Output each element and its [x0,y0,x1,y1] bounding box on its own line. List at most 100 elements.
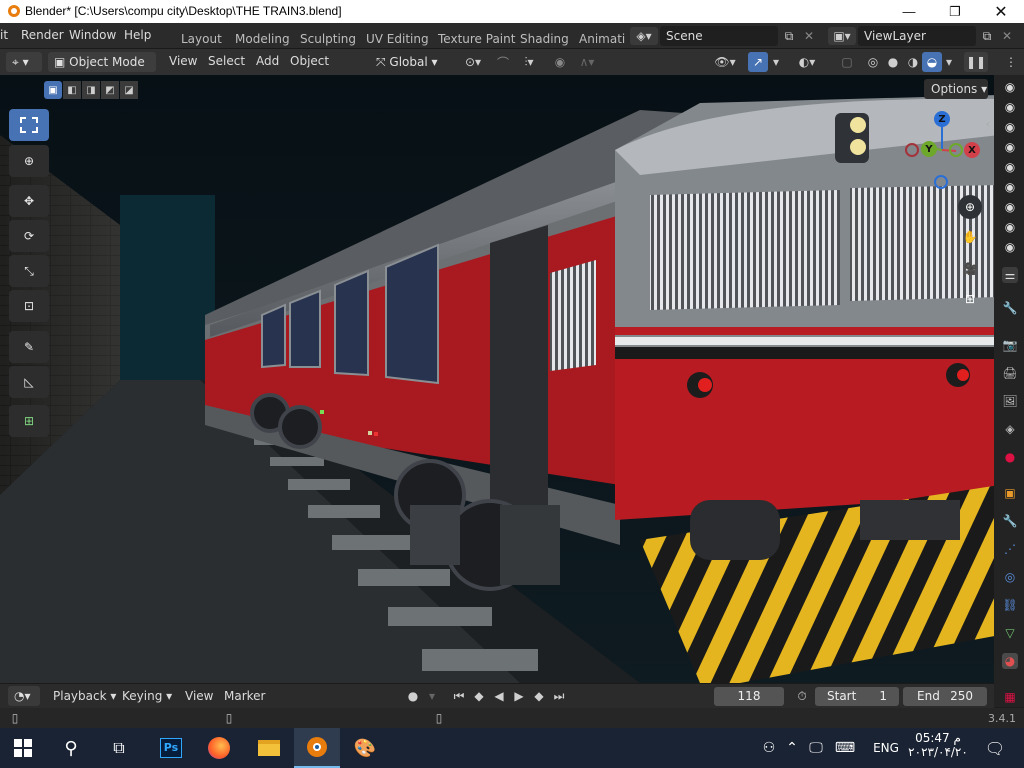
header-menu-icon[interactable]: ⋮ [1004,54,1018,70]
falloff-icon[interactable]: ∧▾ [572,54,602,70]
pause-render-icon[interactable]: ❚❚ [964,52,988,72]
view-layer-type-icon[interactable]: ▣▾ [828,27,856,45]
tool-select-box[interactable] [9,109,49,141]
overlays-icon[interactable]: ◐▾ [792,54,822,70]
tab-shading[interactable]: Shading [520,32,569,46]
tool-annotate[interactable]: ✎ [9,331,49,363]
end-frame-field[interactable]: End 250 [903,687,987,706]
snap-icon[interactable]: ⌒ [494,54,512,70]
menu-window[interactable]: Window [69,28,116,42]
pivot-point-icon[interactable]: ⊙▾ [458,54,488,70]
proportional-edit-icon[interactable]: ◉ [551,54,569,70]
transform-orientation-dropdown[interactable]: ⤧ Global ▾ [370,52,452,72]
scene-properties-icon[interactable]: ◈ [1002,421,1018,437]
gizmo-neg-x[interactable] [905,143,919,157]
play-reverse-icon[interactable]: ◀ [490,688,508,704]
tool-measure[interactable]: ◺ [9,366,49,398]
visibility-icon[interactable]: 👁▾ [710,54,740,70]
gizmo-x-axis[interactable]: X [964,142,980,158]
stopwatch-icon[interactable]: ⏱ [792,688,812,704]
timeline-marker-menu[interactable]: Marker [224,689,265,703]
particles-properties-icon[interactable]: ⋰ [1002,541,1018,557]
constraints-properties-icon[interactable]: ⛓ [1002,597,1018,613]
material-properties-icon[interactable]: ◕ [1002,653,1018,669]
gizmo-dropdown-icon[interactable]: ▾ [769,54,783,70]
autokey-dropdown-icon[interactable]: ▾ [424,688,440,704]
camera-outliner-icon[interactable]: ◉ [1002,119,1018,135]
gizmo-neg-z[interactable] [934,175,948,189]
options-dropdown[interactable]: Options ▾ [924,79,988,99]
play-icon[interactable]: ▶ [510,688,528,704]
snap-target-icon[interactable]: ⫶▾ [514,54,544,70]
start-frame-field[interactable]: Start 1 [815,687,899,706]
camera-view-icon[interactable]: 🎥 [958,257,982,281]
modifier-properties-icon[interactable]: 🔧 [1002,513,1018,529]
pan-hand-icon[interactable]: ✋ [958,225,982,249]
xray-icon[interactable]: ▢ [838,54,856,70]
keyboard-icon[interactable]: ⌨ [830,728,860,768]
select-intersect-icon[interactable]: ◪ [120,81,138,99]
viewport-3d[interactable]: ▣ ◧ ◨ ◩ ◪ Options ▾ ⊕ ✥ ⟳ ⤡ ⊡ ✎ ◺ ⊞ Z Y … [0,75,994,683]
new-scene-icon[interactable]: ⧉ [780,28,798,44]
tool-transform[interactable]: ⊡ [9,290,49,322]
new-view-layer-icon[interactable]: ⧉ [978,28,996,44]
menu-render[interactable]: Render [21,28,64,42]
world-properties-icon[interactable]: ● [1002,449,1018,465]
windows-start-icon[interactable] [0,728,46,768]
notifications-icon[interactable]: 🗨 [972,728,1018,768]
search-icon[interactable]: ⚲ [48,728,94,768]
network-icon[interactable]: 🖵 [804,728,828,768]
menu-file-partial[interactable]: it [0,28,8,42]
maximize-button[interactable]: ❐ [932,0,978,23]
tool-cursor[interactable]: ⊕ [9,145,49,177]
tool-move[interactable]: ✥ [9,185,49,217]
material-shading-icon[interactable]: ◑ [904,54,922,70]
camera-outliner-icon[interactable]: ◉ [1002,239,1018,255]
tab-sculpting[interactable]: Sculpting [300,32,356,46]
wireframe-shading-icon[interactable]: ◎ [864,54,882,70]
view-layer-field[interactable]: ViewLayer [858,26,976,46]
delete-scene-icon[interactable]: ✕ [800,28,818,44]
output-properties-icon[interactable]: 🖨 [1002,365,1018,381]
close-button[interactable]: ✕ [978,0,1024,23]
render-properties-icon[interactable]: 📷 [1002,337,1018,353]
select-subtract-icon[interactable]: ◨ [82,81,100,99]
next-keyframe-icon[interactable]: ◆ [530,688,548,704]
task-view-icon[interactable]: ⧉ [96,728,142,768]
jump-start-icon[interactable]: ⏮ [450,688,468,704]
camera-outliner-icon[interactable]: ◉ [1002,159,1018,175]
jump-end-icon[interactable]: ⏭ [550,688,568,704]
gizmo-neg-y[interactable] [949,143,963,157]
menu-help[interactable]: Help [124,28,151,42]
current-frame-field[interactable]: 118 [714,687,784,706]
sidebar-toggle-icon[interactable]: ‹ [983,117,993,131]
navigation-gizmo[interactable]: Z Y X [900,107,986,193]
tab-animation[interactable]: Animati [579,32,625,46]
autokey-record-icon[interactable]: ● [404,688,422,704]
rendered-shading-icon[interactable]: ◒ [922,52,942,72]
blender-taskbar-icon[interactable] [294,728,340,768]
prev-keyframe-icon[interactable]: ◆ [470,688,488,704]
gizmo-y-axis[interactable]: Y [921,141,937,157]
language-indicator[interactable]: ENG [866,728,906,768]
camera-outliner-icon[interactable]: ◉ [1002,219,1018,235]
camera-outliner-icon[interactable]: ◉ [1002,199,1018,215]
shading-dropdown-icon[interactable]: ▾ [943,54,955,70]
tool-properties-icon[interactable]: 🔧 [1002,300,1018,316]
menu-view[interactable]: View [169,54,197,68]
physics-properties-icon[interactable]: ◎ [1002,569,1018,585]
delete-view-layer-icon[interactable]: ✕ [998,28,1016,44]
gizmo-z-axis[interactable]: Z [934,111,950,127]
menu-add[interactable]: Add [256,54,279,68]
select-invert-icon[interactable]: ◩ [101,81,119,99]
zoom-icon[interactable]: ⊕ [958,195,982,219]
camera-outliner-icon[interactable]: ◉ [1002,179,1018,195]
tab-texture-paint[interactable]: Texture Paint [438,32,515,46]
menu-object[interactable]: Object [290,54,329,68]
perspective-grid-icon[interactable]: ⊞ [958,287,982,311]
firefox-icon[interactable] [196,728,242,768]
select-new-icon[interactable]: ▣ [44,81,62,99]
menu-select[interactable]: Select [208,54,245,68]
select-extend-icon[interactable]: ◧ [63,81,81,99]
tool-add-cube[interactable]: ⊞ [9,405,49,437]
